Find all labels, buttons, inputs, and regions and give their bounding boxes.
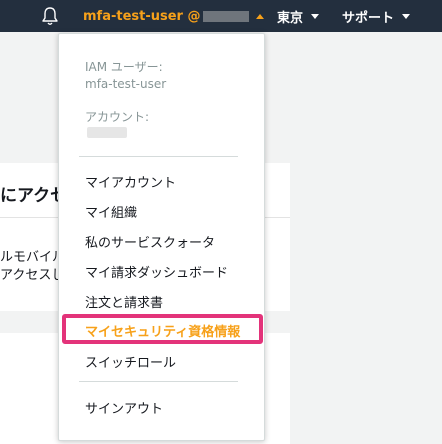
menu-item-my-account[interactable]: マイアカウント <box>85 172 176 191</box>
iam-user-label: IAM ユーザー: <box>85 60 163 74</box>
menu-item-billing-dashboard[interactable]: マイ請求ダッシュボード <box>85 262 228 281</box>
account-menu-label: mfa-test-user @ <box>83 8 201 24</box>
account-dropdown-menu: IAM ユーザー: mfa-test-user アカウント: マイアカウント マ… <box>58 33 265 441</box>
menu-item-service-quotas[interactable]: 私のサービスクォータ <box>85 232 215 251</box>
caret-down-icon <box>311 13 320 19</box>
caret-up-icon <box>255 13 264 19</box>
top-navigation-bar: mfa-test-user @ 東京 サポート <box>0 0 442 32</box>
menu-item-security-credentials[interactable]: マイセキュリティ資格情報 <box>85 321 240 340</box>
support-label: サポート <box>342 10 395 26</box>
menu-divider <box>79 381 238 382</box>
menu-item-switch-role[interactable]: スイッチロール <box>85 352 176 371</box>
account-label: アカウント: <box>85 110 150 124</box>
background-text: ルモバイル <box>0 250 66 265</box>
iam-user-value: mfa-test-user <box>85 77 167 91</box>
menu-item-my-organization[interactable]: マイ組織 <box>85 202 137 221</box>
menu-item-orders-invoices[interactable]: 注文と請求書 <box>85 292 163 311</box>
redacted-account-id <box>202 10 249 22</box>
account-menu-toggle[interactable]: mfa-test-user @ <box>83 0 264 32</box>
bell-icon[interactable] <box>41 6 59 26</box>
menu-item-sign-out[interactable]: サインアウト <box>85 398 163 417</box>
region-menu[interactable]: 東京 <box>277 0 320 32</box>
region-label: 東京 <box>277 10 304 26</box>
redacted-account-number <box>87 127 127 138</box>
background-text: アクセスし <box>0 268 65 283</box>
support-menu[interactable]: サポート <box>342 0 411 32</box>
caret-down-icon <box>402 13 411 19</box>
menu-divider <box>79 156 238 157</box>
